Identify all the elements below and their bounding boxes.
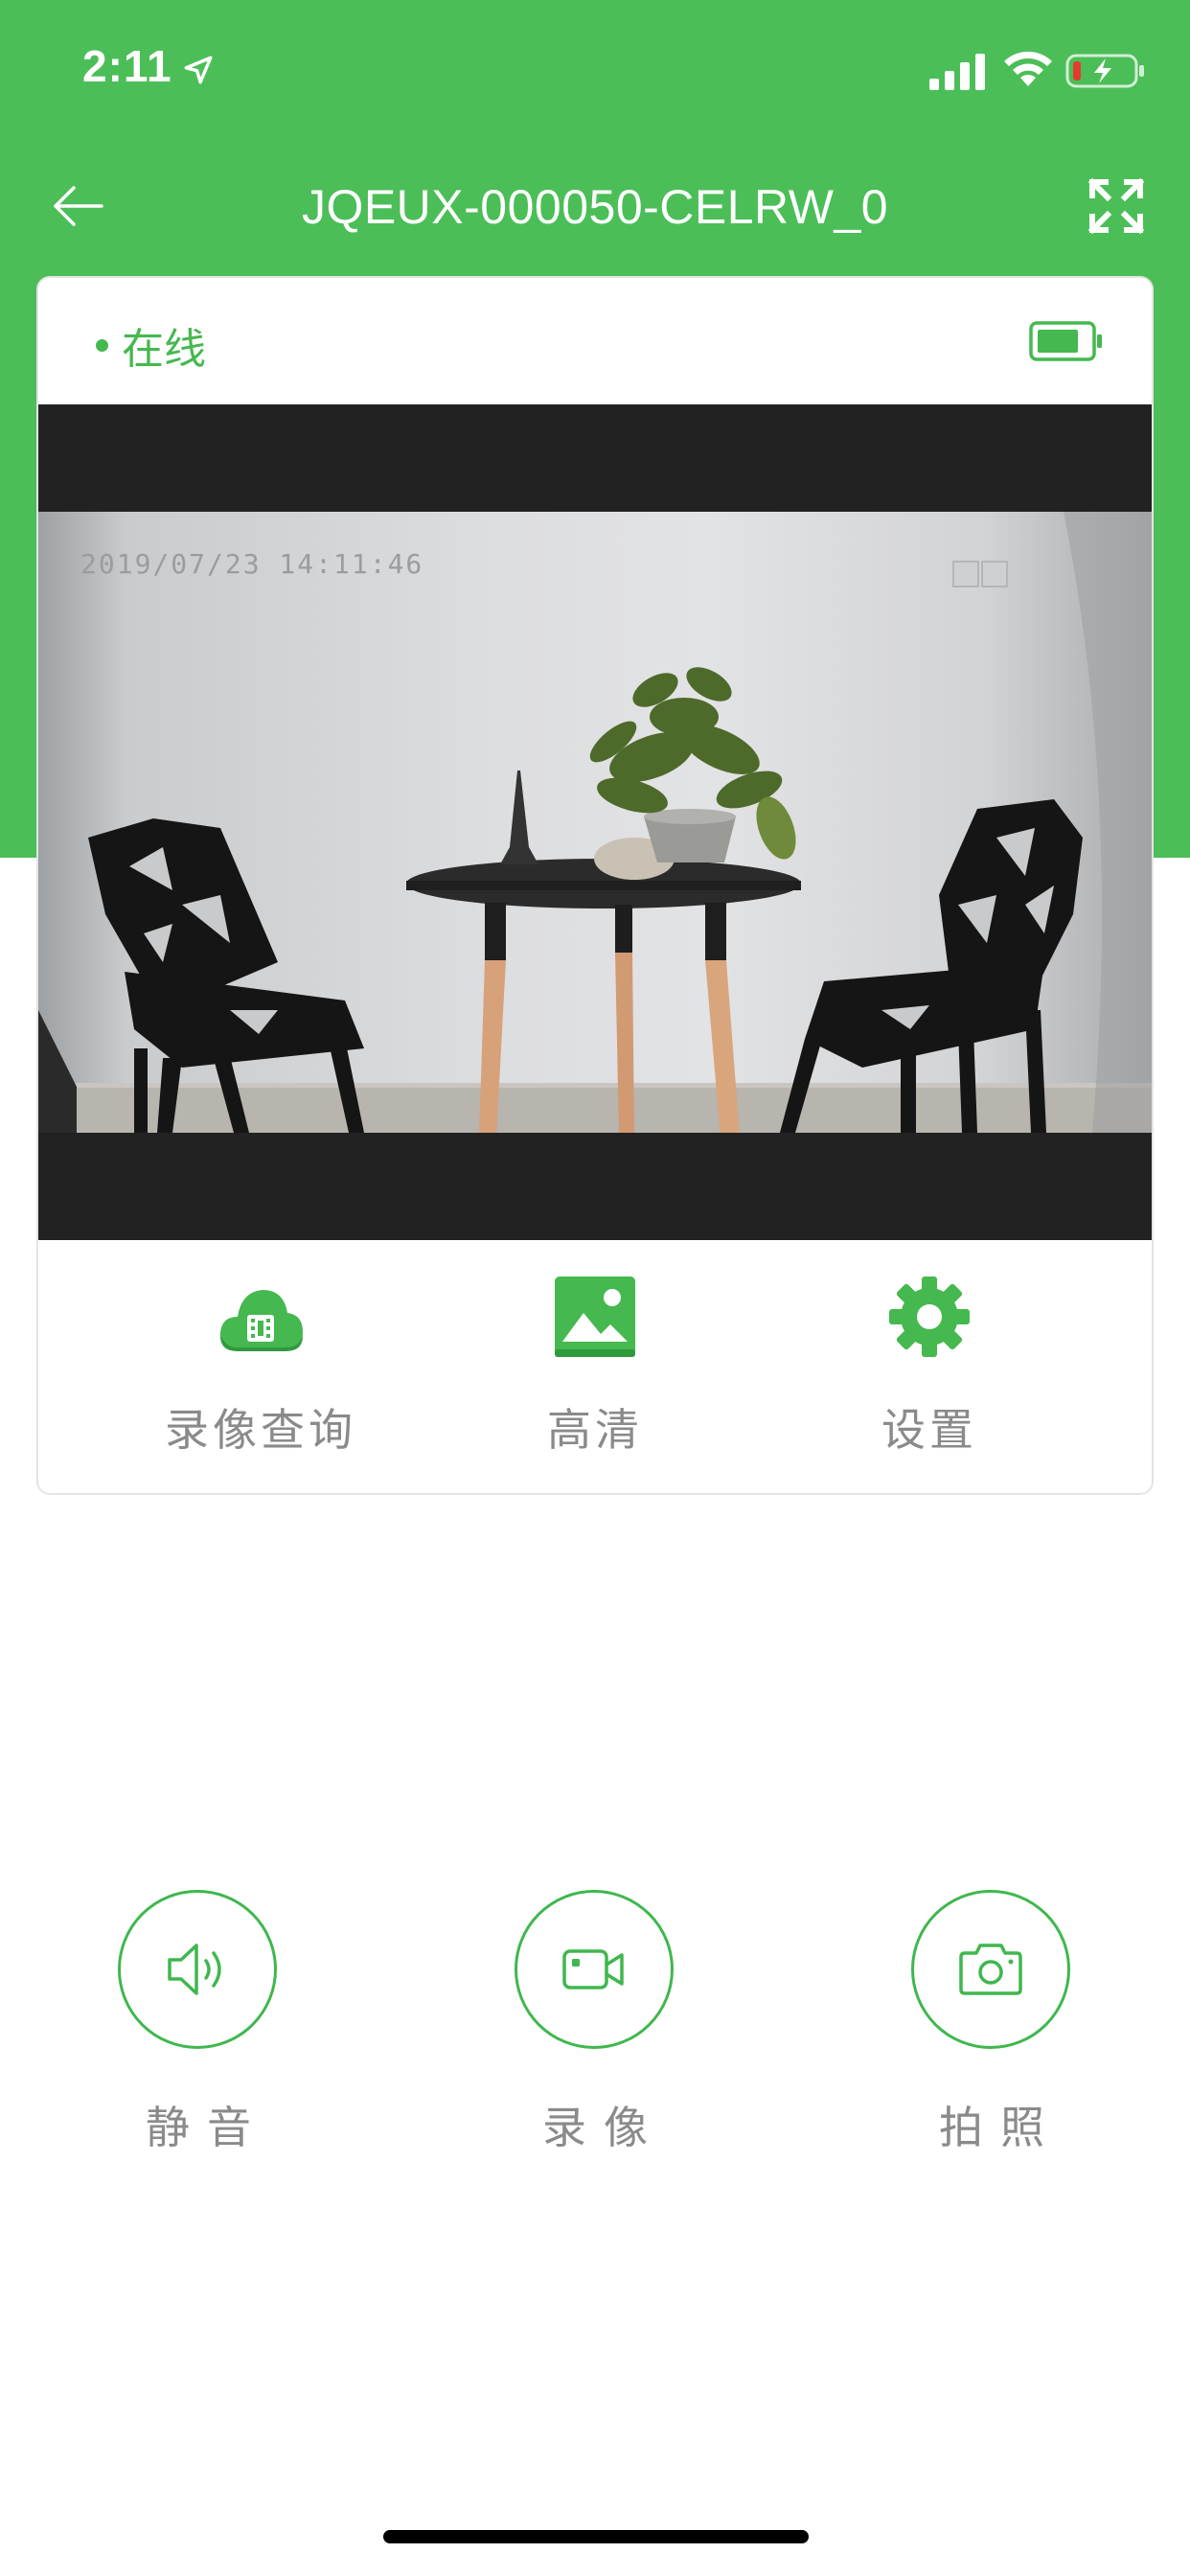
video-scene-image (38, 512, 1152, 1133)
cellular-signal-icon (929, 54, 985, 90)
fullscreen-icon[interactable] (1088, 178, 1144, 234)
snapshot-label: 拍照 (939, 2103, 1062, 2152)
record-button[interactable]: 录像 (451, 1890, 739, 2168)
actions-row: 录像查询 高清 设置 (38, 1240, 1152, 1493)
hd-label: 高清 (547, 1405, 643, 1455)
video-feed[interactable]: 2019/07/23 14:11:46 (38, 512, 1152, 1133)
mute-button[interactable]: 静音 (55, 1890, 342, 2168)
page-title: JQEUX-000050-CELRW_0 (301, 180, 889, 234)
video-timestamp: 2019/07/23 14:11:46 (80, 548, 424, 580)
nav-bar: JQEUX-000050-CELRW_0 (0, 153, 1190, 259)
camera-icon (959, 1944, 1022, 1995)
wifi-icon (1004, 51, 1052, 86)
snapshot-button[interactable]: 拍照 (848, 1890, 1135, 2168)
online-dot (96, 338, 108, 352)
recording-query-label: 录像查询 (165, 1405, 356, 1455)
mute-label: 静音 (146, 2103, 268, 2152)
online-status: 在线 (96, 314, 206, 376)
hd-button[interactable]: 高清 (451, 1240, 739, 1493)
gear-icon (889, 1276, 970, 1357)
phone-battery-icon (1065, 54, 1144, 88)
card-header: 在线 (38, 278, 1152, 404)
snapshot-circle[interactable] (911, 1890, 1070, 2049)
cloud-video-icon (219, 1290, 303, 1351)
image-icon (555, 1276, 635, 1357)
record-circle[interactable] (515, 1890, 674, 2049)
device-battery-icon (1029, 321, 1102, 361)
status-time: 2:11 (82, 41, 172, 91)
recording-query-button[interactable]: 录像查询 (117, 1240, 404, 1493)
settings-label: 设置 (881, 1405, 977, 1455)
location-arrow-icon (184, 56, 213, 84)
device-card: 在线 2019/07/23 14:11:46 录像查询 高清 设置 (38, 278, 1152, 1493)
speaker-icon (168, 1944, 221, 1995)
video-player[interactable]: 2019/07/23 14:11:46 (38, 404, 1152, 1240)
online-status-text: 在线 (122, 326, 206, 373)
settings-button[interactable]: 设置 (786, 1240, 1073, 1493)
back-arrow-icon[interactable] (48, 176, 107, 236)
status-bar: 2:11 (0, 0, 1190, 144)
home-indicator[interactable] (383, 2530, 809, 2543)
video-camera-icon (562, 1949, 624, 1990)
record-label: 录像 (542, 2103, 665, 2152)
mute-circle[interactable] (118, 1890, 277, 2049)
